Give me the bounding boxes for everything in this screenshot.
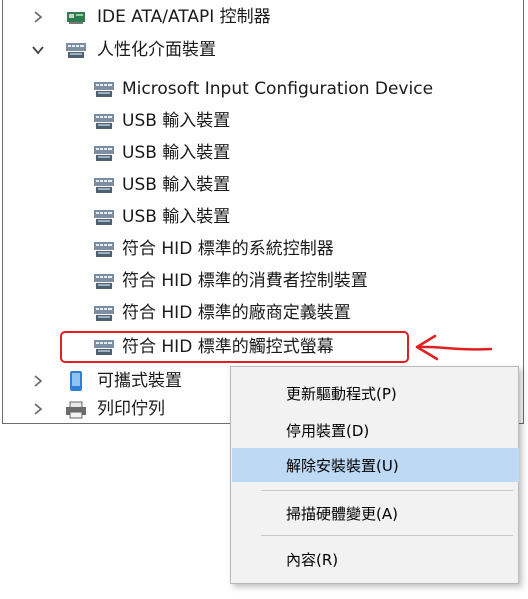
menu-item-scan-hardware[interactable]: 掃描硬體變更(A) bbox=[232, 496, 519, 530]
tree-node-label: 人性化介面裝置 bbox=[97, 40, 216, 60]
hid-device-icon bbox=[93, 303, 115, 323]
hid-device-icon bbox=[93, 79, 115, 99]
printer-icon bbox=[65, 400, 87, 420]
hid-device-icon bbox=[93, 271, 115, 291]
hid-device-icon bbox=[93, 143, 115, 163]
hid-child-item[interactable]: 符合 HID 標準的系統控制器 bbox=[93, 234, 334, 264]
annotation-highlight-box bbox=[60, 331, 409, 363]
hid-child-label: 符合 HID 標準的系統控制器 bbox=[122, 239, 334, 259]
menu-item-label: 解除安裝裝置(U) bbox=[286, 456, 399, 475]
tree-node-label: 列印佇列 bbox=[97, 399, 165, 419]
hid-device-icon bbox=[93, 239, 115, 259]
hid-child-item[interactable]: USB 輸入裝置 bbox=[93, 106, 230, 136]
tree-node-label: IDE ATA/ATAPI 控制器 bbox=[97, 7, 271, 27]
hid-device-icon bbox=[93, 175, 115, 195]
hid-child-item[interactable]: USB 輸入裝置 bbox=[93, 138, 230, 168]
hid-child-label: USB 輸入裝置 bbox=[122, 111, 231, 131]
hid-child-label: USB 輸入裝置 bbox=[122, 175, 231, 195]
hid-child-item[interactable]: 符合 HID 標準的廠商定義裝置 bbox=[93, 298, 351, 328]
menu-separator bbox=[261, 535, 513, 536]
tree-node-label: 可攜式裝置 bbox=[97, 371, 182, 391]
menu-item-label: 更新驅動程式(P) bbox=[286, 384, 397, 403]
menu-item-label: 掃描硬體變更(A) bbox=[286, 504, 398, 523]
hid-child-item[interactable]: USB 輸入裝置 bbox=[93, 170, 230, 200]
hid-child-label: 符合 HID 標準的消費者控制裝置 bbox=[122, 271, 368, 291]
hid-device-icon bbox=[65, 40, 87, 60]
menu-item-label: 停用裝置(D) bbox=[286, 421, 370, 440]
annotation-arrow-icon bbox=[415, 334, 493, 361]
menu-separator bbox=[261, 490, 513, 491]
hid-child-label: Microsoft Input Configuration Device bbox=[122, 79, 434, 99]
hid-child-label: 符合 HID 標準的廠商定義裝置 bbox=[122, 303, 351, 323]
chevron-down-icon[interactable] bbox=[30, 42, 46, 58]
menu-item-label: 內容(R) bbox=[286, 550, 339, 569]
chevron-right-icon[interactable] bbox=[30, 9, 46, 25]
hid-child-item[interactable]: Microsoft Input Configuration Device bbox=[93, 74, 433, 104]
menu-item-update-driver[interactable]: 更新驅動程式(P) bbox=[232, 376, 519, 410]
context-menu: 更新驅動程式(P) 停用裝置(D) 解除安裝裝置(U) 掃描硬體變更(A) 內容… bbox=[230, 366, 519, 584]
chevron-right-icon[interactable] bbox=[30, 401, 46, 417]
hid-device-icon bbox=[93, 111, 115, 131]
hid-child-label: USB 輸入裝置 bbox=[122, 207, 231, 227]
hid-child-item[interactable]: USB 輸入裝置 bbox=[93, 202, 230, 232]
hid-child-label: USB 輸入裝置 bbox=[122, 143, 231, 163]
ide-controller-icon bbox=[65, 7, 87, 27]
portable-device-icon bbox=[68, 370, 86, 391]
menu-item-properties[interactable]: 內容(R) bbox=[232, 542, 519, 576]
hid-child-item[interactable]: 符合 HID 標準的消費者控制裝置 bbox=[93, 266, 368, 296]
chevron-right-icon[interactable] bbox=[30, 373, 46, 389]
hid-device-icon bbox=[93, 207, 115, 227]
menu-item-disable-device[interactable]: 停用裝置(D) bbox=[232, 413, 519, 447]
menu-item-uninstall-device[interactable]: 解除安裝裝置(U) bbox=[232, 448, 519, 482]
